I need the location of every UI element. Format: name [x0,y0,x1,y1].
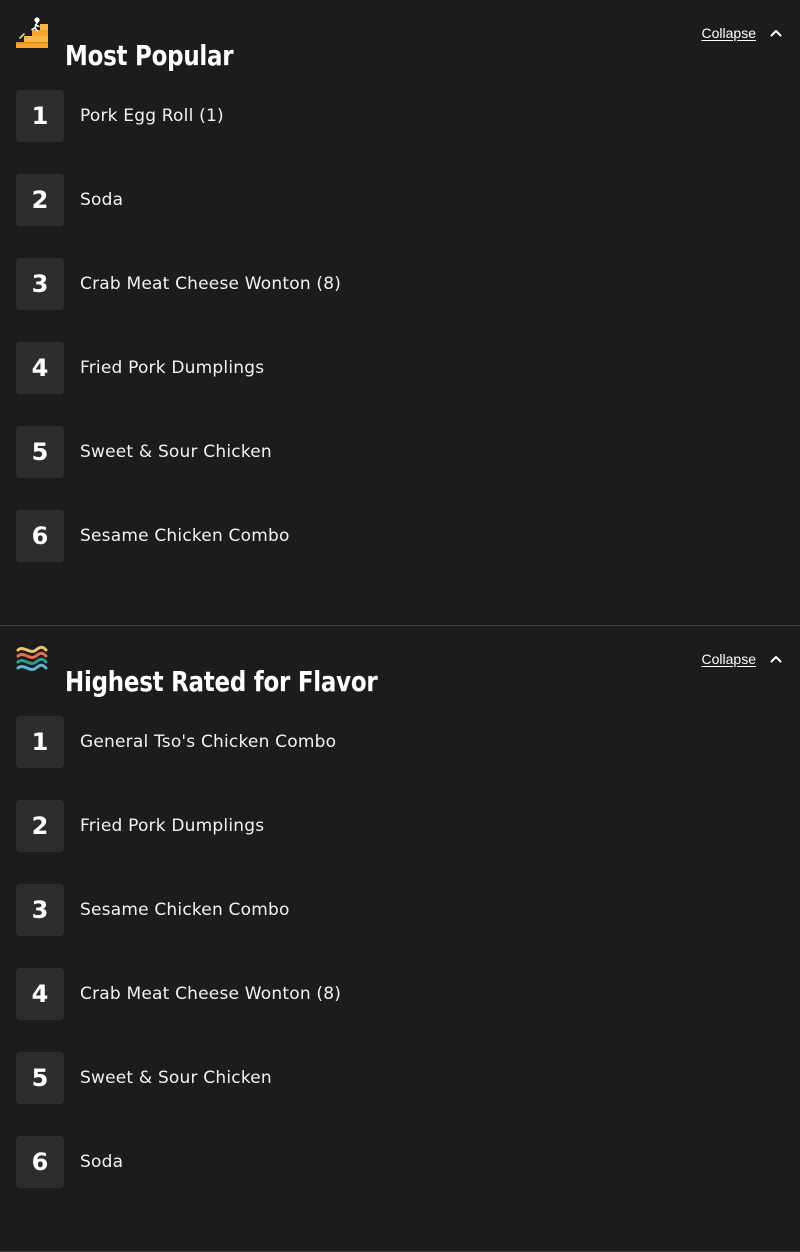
collapse-label: Collapse [701,651,756,667]
highest-rated-list: 1 General Tso's Chicken Combo 2 Fried Po… [16,716,341,1220]
most-popular-list: 1 Pork Egg Roll (1) 2 Soda 3 Crab Meat C… [16,90,341,594]
list-item[interactable]: 5 Sweet & Sour Chicken [16,426,341,510]
rank-badge: 5 [16,426,64,478]
rank-badge: 2 [16,800,64,852]
item-name: Crab Meat Cheese Wonton (8) [80,274,342,294]
list-item[interactable]: 2 Soda [16,174,341,258]
item-name: Sweet & Sour Chicken [80,1068,272,1088]
rank-badge: 4 [16,342,64,394]
rank-badge: 6 [16,510,64,562]
rank-badge: 5 [16,1052,64,1104]
item-name: Sesame Chicken Combo [80,900,290,920]
chevron-up-icon [770,30,782,37]
collapse-label: Collapse [701,25,756,41]
item-name: Pork Egg Roll (1) [80,106,224,126]
flavor-waves-icon [16,642,48,674]
rank-badge: 1 [16,716,64,768]
list-item[interactable]: 2 Fried Pork Dumplings [16,800,341,884]
item-name: Fried Pork Dumplings [80,816,265,836]
list-item[interactable]: 6 Soda [16,1136,341,1220]
rank-badge: 3 [16,884,64,936]
rank-badge: 3 [16,258,64,310]
list-item[interactable]: 5 Sweet & Sour Chicken [16,1052,341,1136]
item-name: Soda [80,1152,124,1172]
collapse-button[interactable]: Collapse [702,21,784,45]
list-item[interactable]: 4 Crab Meat Cheese Wonton (8) [16,968,341,1052]
item-name: Soda [80,190,124,210]
rank-badge: 6 [16,1136,64,1188]
item-name: Crab Meat Cheese Wonton (8) [80,984,342,1004]
highest-rated-flavor-section: Highest Rated for Flavor Collapse 1 Gene… [0,626,800,1252]
most-popular-section: Most Popular Collapse 1 Pork Egg Roll (1… [0,0,800,626]
section-title: Highest Rated for Flavor [65,665,378,699]
section-title: Most Popular [65,39,234,73]
section-header: Highest Rated for Flavor Collapse [0,626,800,698]
list-item[interactable]: 1 General Tso's Chicken Combo [16,716,341,800]
rank-badge: 4 [16,968,64,1020]
list-item[interactable]: 1 Pork Egg Roll (1) [16,90,341,174]
item-name: Fried Pork Dumplings [80,358,265,378]
chevron-up-icon [770,656,782,663]
item-name: Sesame Chicken Combo [80,526,290,546]
item-name: General Tso's Chicken Combo [80,732,337,752]
rank-badge: 1 [16,90,64,142]
list-item[interactable]: 3 Crab Meat Cheese Wonton (8) [16,258,341,342]
list-item[interactable]: 4 Fried Pork Dumplings [16,342,341,426]
rank-badge: 2 [16,174,64,226]
list-item[interactable]: 6 Sesame Chicken Combo [16,510,341,594]
collapse-button[interactable]: Collapse [702,647,784,671]
section-header: Most Popular Collapse [0,0,800,72]
item-name: Sweet & Sour Chicken [80,442,272,462]
list-item[interactable]: 3 Sesame Chicken Combo [16,884,341,968]
trending-stairs-icon [16,16,48,48]
